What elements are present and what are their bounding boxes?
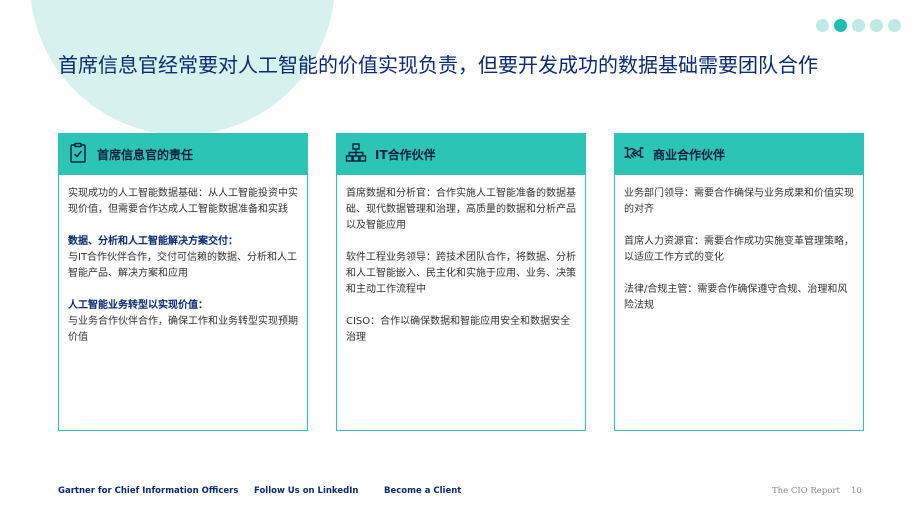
handshake-icon bbox=[623, 142, 645, 168]
card-paragraph: 首席数据和分析官：合作实施人工智能准备的数据基础、现代数据管理和治理，高质量的数… bbox=[346, 188, 576, 231]
card-header: IT合作伙伴 bbox=[337, 134, 585, 175]
footer-link-linkedin[interactable]: Follow Us on LinkedIn bbox=[254, 486, 358, 496]
footer-link-become-client[interactable]: Become a Client bbox=[384, 486, 461, 496]
card-header: 首席信息官的责任 bbox=[59, 134, 307, 175]
card-body: 业务部门领导：需要合作确保与业务成果和价值实现的对齐 首席人力资源官：需要合作成… bbox=[615, 175, 863, 314]
pagination-dot[interactable] bbox=[888, 19, 901, 32]
pagination-dot-active[interactable] bbox=[834, 19, 847, 32]
page-number: 10 bbox=[851, 486, 862, 496]
card-paragraph: 业务部门领导：需要合作确保与业务成果和价值实现的对齐 bbox=[624, 188, 854, 215]
pagination-dot[interactable] bbox=[852, 19, 865, 32]
card-header: 商业合作伙伴 bbox=[615, 134, 863, 175]
card-title: IT合作伙伴 bbox=[375, 148, 436, 162]
card-title: 首席信息官的责任 bbox=[97, 148, 194, 162]
card-cio-responsibilities: 首席信息官的责任 实现成功的人工智能数据基础：从人工智能投资中实现价值，但需要合… bbox=[58, 133, 308, 431]
card-paragraph: CISO：合作以确保数据和智能应用安全和数据安全治理 bbox=[346, 316, 571, 343]
card-paragraph: 软件工程业务领导：跨技术团队合作，将数据、分析和人工智能嵌入、民主化和实施于应用… bbox=[346, 252, 576, 295]
card-paragraph: 实现成功的人工智能数据基础：从人工智能投资中实现价值，但需要合作达成人工智能数据… bbox=[68, 188, 298, 215]
card-paragraph: 数据、分析和人工智能解决方案交付： 与IT合作伙伴合作，交付可信赖的数据、分析和… bbox=[68, 236, 298, 279]
card-body: 首席数据和分析官：合作实施人工智能准备的数据基础、现代数据管理和治理，高质量的数… bbox=[337, 175, 585, 346]
pagination-dots bbox=[816, 19, 901, 32]
pagination-dot[interactable] bbox=[816, 19, 829, 32]
clipboard-check-icon bbox=[67, 142, 89, 168]
card-paragraph: 首席人力资源官：需要合作成功实施变革管理策略，以适应工作方式的变化 bbox=[624, 236, 854, 263]
footer-report-name: The CIO Report bbox=[772, 486, 840, 496]
card-it-partners: IT合作伙伴 首席数据和分析官：合作实施人工智能准备的数据基础、现代数据管理和治… bbox=[336, 133, 586, 431]
page-title: 首席信息官经常要对人工智能的价值实现负责，但要开发成功的数据基础需要团队合作 bbox=[58, 53, 818, 77]
footer-link-gartner-cio[interactable]: Gartner for Chief Information Officers bbox=[58, 486, 238, 496]
card-paragraph: 法律/合规主管：需要合作确保遵守合规、治理和风险法规 bbox=[624, 284, 848, 311]
card-paragraph: 人工智能业务转型以实现价值： 与业务合作伙伴合作，确保工作和业务转型实现预期价值 bbox=[68, 300, 298, 343]
card-business-partners: 商业合作伙伴 业务部门领导：需要合作确保与业务成果和价值实现的对齐 首席人力资源… bbox=[614, 133, 864, 431]
org-chart-icon bbox=[345, 142, 367, 168]
pagination-dot[interactable] bbox=[870, 19, 883, 32]
card-body: 实现成功的人工智能数据基础：从人工智能投资中实现价值，但需要合作达成人工智能数据… bbox=[59, 175, 307, 346]
card-title: 商业合作伙伴 bbox=[653, 148, 726, 162]
